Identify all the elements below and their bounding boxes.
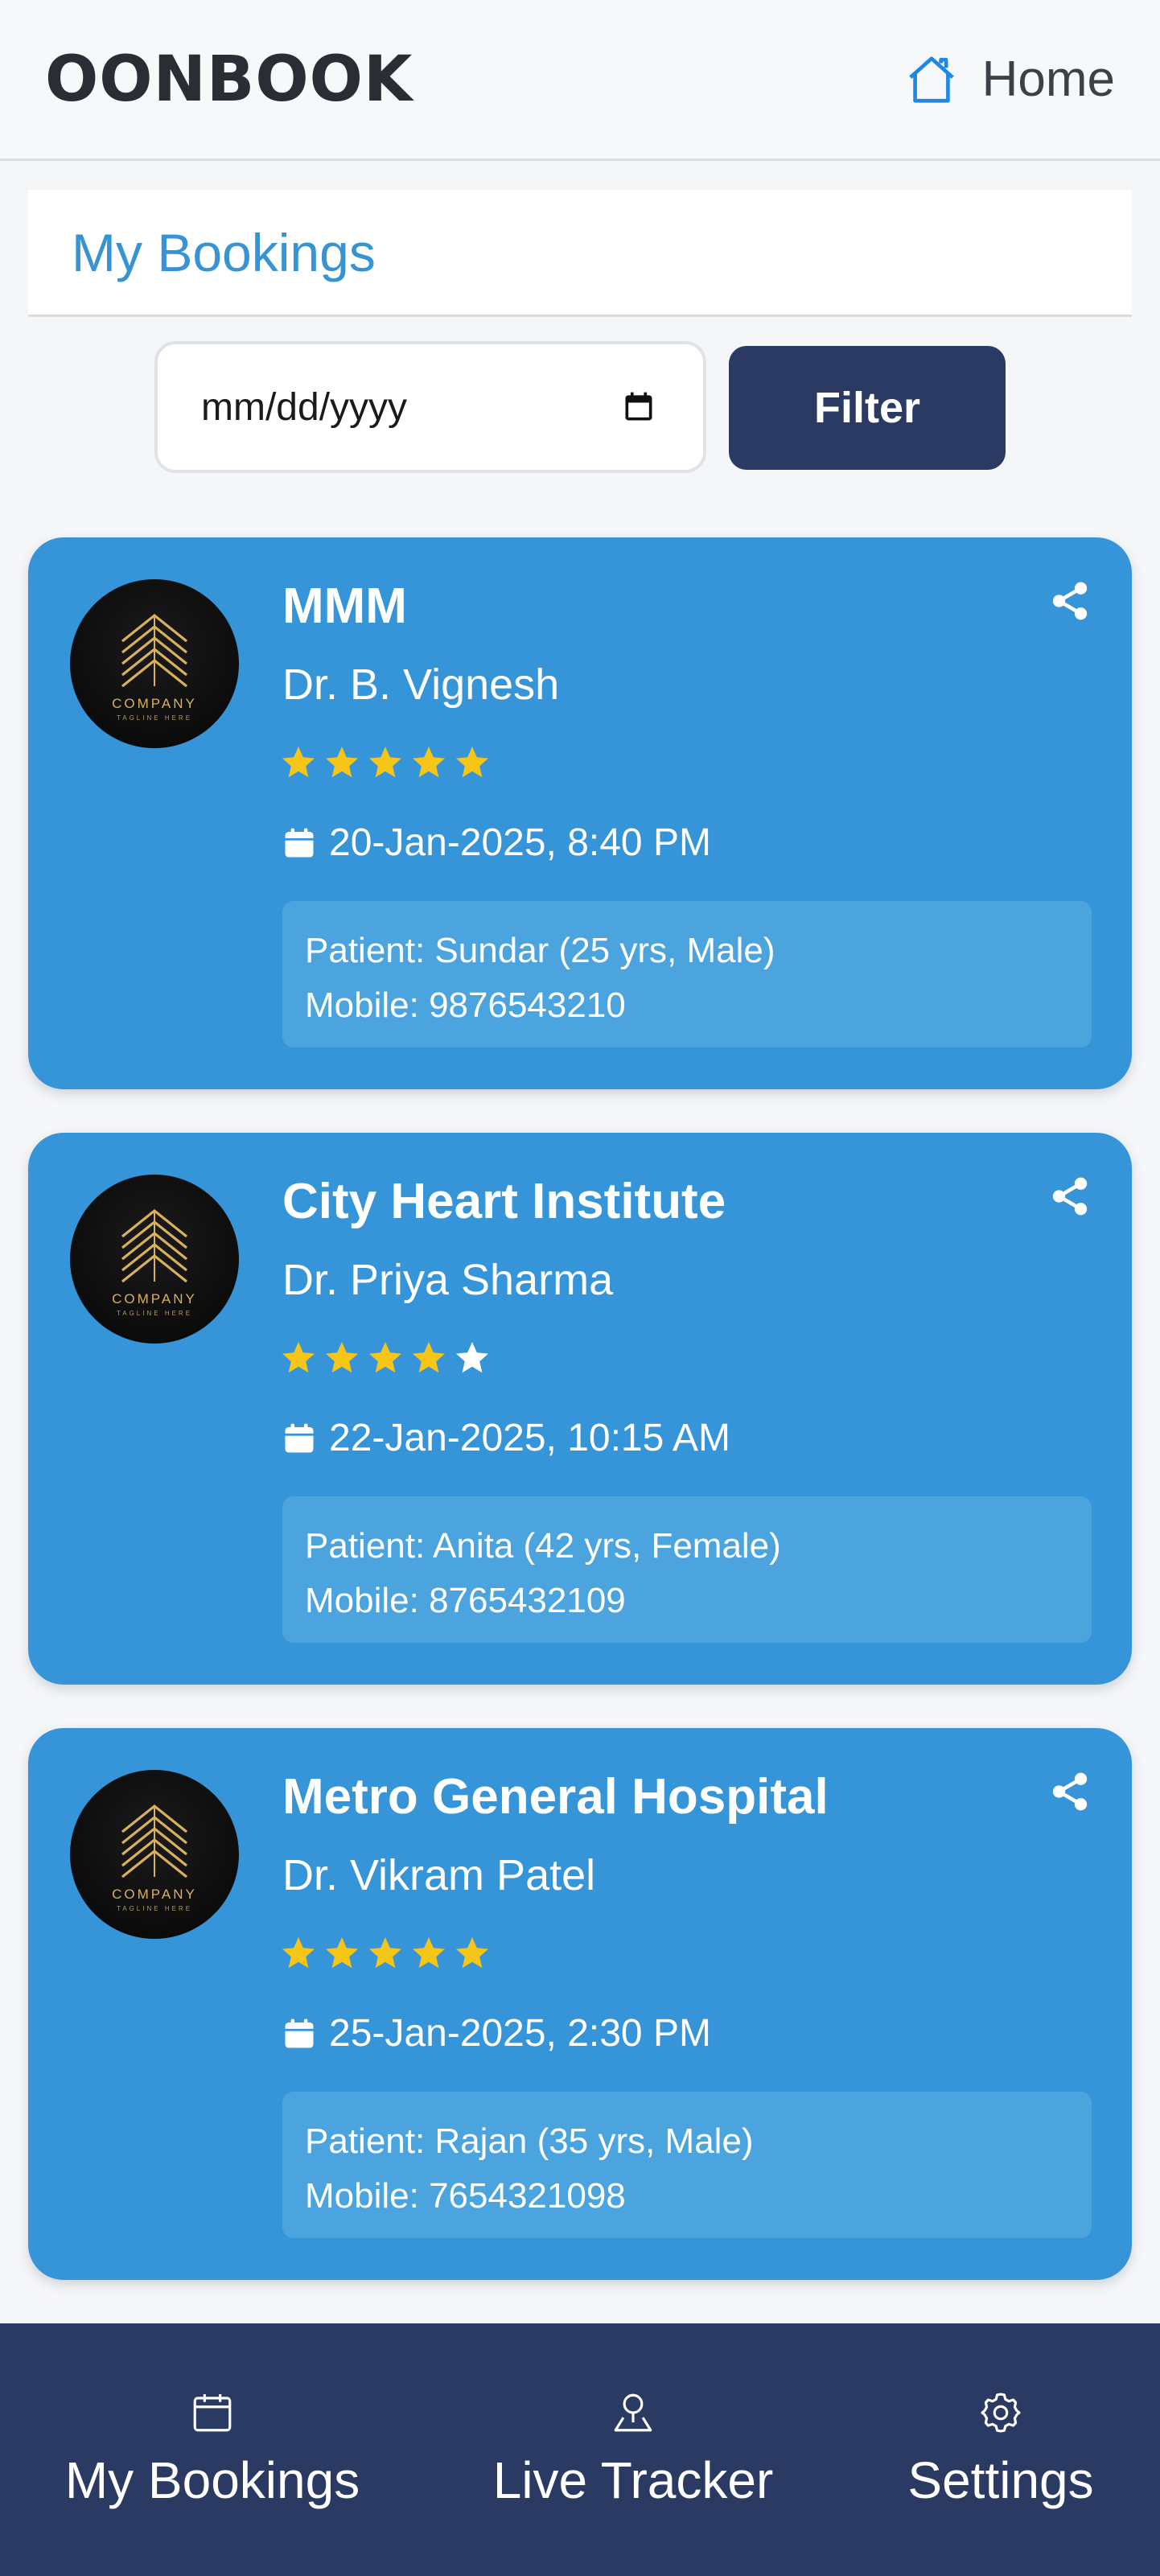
date-input-placeholder: mm/dd/yyyy [201,385,408,429]
calendar-icon [285,828,314,857]
hospital-name: MMM [282,578,407,634]
hospital-logo: COMPANY TAGLINE HERE [70,579,239,748]
nav-label: My Bookings [64,2451,360,2509]
star-icon [456,1937,488,1969]
appointment-date-row: 25-Jan-2025, 2:30 PM [282,2011,711,2055]
nav-item-live-tracker[interactable]: Live Tracker [483,2323,784,2576]
patient-mobile: Mobile: 9876543210 [305,986,626,1025]
bottom-nav: My Bookings Live Tracker Settings [0,2323,1160,2576]
calendar-picker-icon[interactable] [621,389,656,426]
booking-card[interactable]: COMPANY TAGLINE HERE City Heart Institut… [28,1133,1132,1685]
home-label: Home [981,51,1115,107]
star-icon [326,747,358,778]
nav-item-settings[interactable]: Settings [896,2323,1105,2576]
doctor-name: Dr. B. Vignesh [282,660,560,709]
page-title: My Bookings [72,222,376,282]
hospital-logo: COMPANY TAGLINE HERE [70,1175,239,1344]
gear-icon [981,2393,1021,2433]
share-icon[interactable] [1048,579,1092,623]
location-pin-icon [614,2393,652,2432]
star-icon [413,747,445,778]
patient-details: Patient: Sundar (25 yrs, Male) [305,931,775,970]
doctor-name: Dr. Priya Sharma [282,1256,614,1304]
share-icon[interactable] [1048,1770,1092,1813]
appointment-datetime: 20-Jan-2025, 8:40 PM [329,821,711,864]
appointment-date-row: 20-Jan-2025, 8:40 PM [282,821,711,865]
star-icon [369,747,401,778]
star-icon [282,1342,315,1373]
patient-info-box: Patient: Anita (42 yrs, Female) Mobile: … [282,1496,1092,1643]
appointment-date-row: 22-Jan-2025, 10:15 AM [282,1416,730,1460]
star-icon [282,747,315,778]
star-icon [282,1937,315,1969]
home-icon [908,56,954,103]
star-icon [326,1342,358,1373]
star-icon [326,1937,358,1969]
star-icon [413,1342,445,1373]
patient-details: Patient: Anita (42 yrs, Female) [305,1526,781,1566]
calendar-icon [193,2394,232,2432]
appointment-datetime: 22-Jan-2025, 10:15 AM [329,1417,731,1459]
filter-button[interactable]: Filter [729,346,1006,470]
star-icon [456,747,488,778]
doctor-name: Dr. Vikram Patel [282,1851,596,1899]
appointment-datetime: 25-Jan-2025, 2:30 PM [329,2012,711,2055]
calendar-icon [285,1423,314,1452]
home-link[interactable]: Home [902,51,1115,108]
star-icon [413,1937,445,1969]
patient-info-box: Patient: Rajan (35 yrs, Male) Mobile: 76… [282,2092,1092,2238]
star-icon [369,1342,401,1373]
patient-mobile: Mobile: 7654321098 [305,2176,626,2216]
rating-stars [279,743,492,782]
hospital-name: Metro General Hospital [282,1769,829,1825]
app-header: OONBOOK Home [0,0,1160,161]
page-title-panel: My Bookings [28,190,1132,317]
patient-details: Patient: Rajan (35 yrs, Male) [305,2121,754,2161]
star-icon [369,1937,401,1969]
calendar-icon [285,2018,314,2047]
date-filter-input[interactable]: mm/dd/yyyy [154,341,706,473]
booking-card[interactable]: COMPANY TAGLINE HERE Metro General Hospi… [28,1728,1132,2280]
nav-label: Settings [907,2451,1094,2509]
share-icon[interactable] [1048,1175,1092,1218]
hospital-name: City Heart Institute [282,1174,726,1229]
star-empty-icon [456,1342,488,1373]
rating-stars [279,1934,492,1973]
hospital-logo: COMPANY TAGLINE HERE [70,1770,239,1939]
patient-info-box: Patient: Sundar (25 yrs, Male) Mobile: 9… [282,901,1092,1047]
nav-item-my-bookings[interactable]: My Bookings [64,2323,360,2576]
booking-card[interactable]: COMPANY TAGLINE HERE MMM Dr. B. Vignesh … [28,537,1132,1089]
patient-mobile: Mobile: 8765432109 [305,1581,626,1620]
nav-label: Live Tracker [492,2451,774,2509]
rating-stars [279,1339,492,1377]
brand-logo-text[interactable]: OONBOOK [45,43,413,116]
